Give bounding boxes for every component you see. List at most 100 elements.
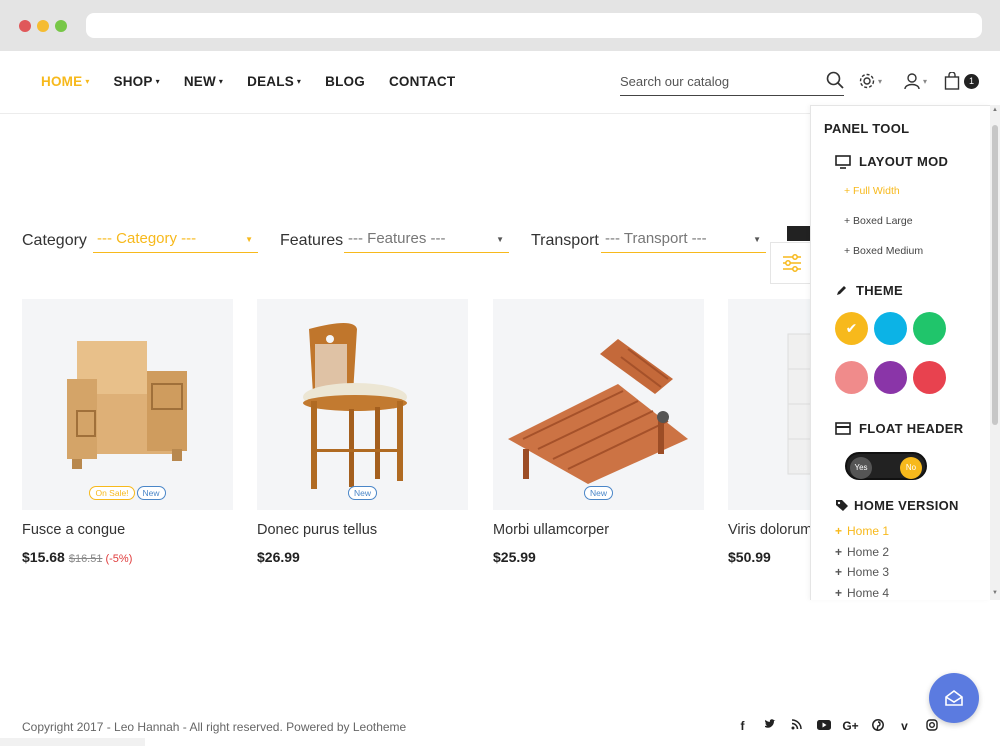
plus-icon: + bbox=[835, 565, 843, 579]
layout-full-width-option[interactable]: + Full Width bbox=[844, 185, 900, 197]
product-price-row: $25.99 bbox=[493, 549, 704, 565]
transport-select[interactable]: --- Transport --- ▼ bbox=[601, 226, 766, 253]
product-badges: New bbox=[493, 486, 704, 500]
product-price: $50.99 bbox=[728, 549, 771, 565]
theme-swatch-purple[interactable] bbox=[874, 361, 907, 394]
address-bar[interactable] bbox=[86, 13, 982, 38]
product-badges: New bbox=[257, 486, 468, 500]
product-price: $26.99 bbox=[257, 549, 300, 565]
home-version-label: Home 4 bbox=[847, 586, 890, 600]
pinterest-icon[interactable] bbox=[864, 719, 891, 734]
product-old-price: $16.51 bbox=[68, 553, 103, 565]
tags-icon bbox=[836, 500, 848, 511]
product-name[interactable]: Donec purus tellus bbox=[257, 522, 468, 538]
facebook-icon[interactable]: f bbox=[729, 719, 756, 734]
product-card[interactable]: On Sale! New Fusce a congue $15.68 $16.51(… bbox=[22, 299, 233, 565]
layout-boxed-large-option[interactable]: + Boxed Large bbox=[844, 215, 913, 227]
twitter-icon[interactable] bbox=[756, 719, 783, 734]
theme-swatch-yellow[interactable]: ✔ bbox=[835, 312, 868, 345]
theme-swatch-red[interactable] bbox=[913, 361, 946, 394]
nav-item-home[interactable]: HOME ▾ bbox=[41, 74, 90, 89]
product-price: $25.99 bbox=[493, 549, 536, 565]
layout-mod-label: LAYOUT MOD bbox=[859, 154, 949, 169]
plus-icon: + bbox=[835, 586, 843, 600]
nav-label: DEALS bbox=[247, 74, 294, 89]
search-icon[interactable] bbox=[826, 71, 844, 89]
product-name[interactable]: Morbi ullamcorper bbox=[493, 522, 704, 538]
nav-label: CONTACT bbox=[388, 74, 456, 89]
contact-fab-button[interactable] bbox=[929, 673, 979, 723]
nav-item-blog[interactable]: BLOG bbox=[325, 74, 365, 89]
features-select[interactable]: --- Features --- ▼ bbox=[344, 226, 509, 253]
product-card[interactable]: New Morbi ullamcorper $25.99 bbox=[493, 299, 704, 565]
google-plus-icon[interactable]: G+ bbox=[837, 719, 864, 734]
rss-icon[interactable] bbox=[783, 719, 810, 734]
search-box bbox=[620, 68, 844, 96]
new-badge: New bbox=[583, 486, 613, 500]
nav-item-shop[interactable]: SHOP ▾ bbox=[114, 74, 160, 89]
product-price-row: $15.68 $16.51 (-5%) bbox=[22, 549, 233, 565]
theme-swatch-blue[interactable] bbox=[874, 312, 907, 345]
scrollbar-thumb[interactable] bbox=[992, 125, 998, 425]
nav-item-contact[interactable]: CONTACT bbox=[389, 74, 455, 89]
filter-submit-button[interactable] bbox=[787, 226, 811, 241]
features-select-value: --- Features --- bbox=[348, 230, 446, 247]
product-price-row: $26.99 bbox=[257, 549, 468, 565]
layout-mod-heading: LAYOUT MOD bbox=[835, 154, 948, 169]
chevron-down-icon: ▾ bbox=[218, 77, 224, 86]
mail-open-icon bbox=[945, 690, 963, 706]
theme-heading: THEME bbox=[835, 283, 903, 298]
theme-label: THEME bbox=[856, 283, 903, 298]
scroll-up-arrow[interactable]: ▲ bbox=[992, 107, 998, 113]
panel-scrollbar[interactable]: ▲ ▼ bbox=[990, 105, 1000, 600]
chevron-down-icon: ▼ bbox=[245, 235, 253, 244]
product-badges: On Sale! New bbox=[22, 486, 233, 500]
account-menu[interactable]: ▾ bbox=[903, 71, 927, 91]
home-version-label: Home 2 bbox=[847, 545, 890, 559]
nav-item-deals[interactable]: DEALS ▾ bbox=[247, 74, 301, 89]
chevron-down-icon: ▾ bbox=[878, 76, 883, 86]
home-version-3[interactable]: + Home 3 bbox=[835, 565, 889, 579]
home-version-2[interactable]: + Home 2 bbox=[835, 545, 889, 559]
theme-swatch-green[interactable] bbox=[913, 312, 946, 345]
close-window-dot[interactable] bbox=[19, 20, 31, 32]
instagram-icon[interactable] bbox=[918, 719, 945, 734]
panel-toggle-button[interactable] bbox=[770, 242, 812, 284]
float-header-label: FLOAT HEADER bbox=[859, 421, 964, 436]
features-filter-label: Features bbox=[280, 232, 344, 249]
product-discount: (-5%) bbox=[105, 553, 133, 565]
product-image[interactable]: New bbox=[257, 299, 468, 510]
sliders-icon bbox=[782, 254, 801, 272]
home-version-1[interactable]: + Home 1 bbox=[835, 524, 889, 538]
product-card[interactable]: New Donec purus tellus $26.99 bbox=[257, 299, 468, 565]
transport-select-value: --- Transport --- bbox=[605, 230, 707, 247]
browser-chrome bbox=[0, 0, 1000, 51]
toggle-yes: Yes bbox=[850, 457, 872, 479]
home-version-label: HOME VERSION bbox=[854, 498, 959, 513]
vimeo-icon[interactable]: v bbox=[891, 719, 918, 734]
youtube-icon[interactable] bbox=[810, 719, 837, 734]
layout-boxed-medium-option[interactable]: + Boxed Medium bbox=[844, 245, 923, 257]
product-image[interactable]: On Sale! New bbox=[22, 299, 233, 510]
new-badge: New bbox=[347, 486, 377, 500]
sun-lounger-image bbox=[508, 339, 688, 484]
category-select[interactable]: --- Category --- ▼ bbox=[93, 226, 258, 253]
product-image[interactable]: New bbox=[493, 299, 704, 510]
nav-item-new[interactable]: NEW ▾ bbox=[184, 74, 223, 89]
cart-button[interactable]: 1 bbox=[944, 71, 979, 91]
transport-filter-label: Transport bbox=[531, 232, 599, 249]
product-name[interactable]: Fusce a congue bbox=[22, 522, 233, 538]
home-version-heading: HOME VERSION bbox=[835, 498, 959, 513]
maximize-window-dot[interactable] bbox=[55, 20, 67, 32]
search-input[interactable] bbox=[620, 68, 820, 94]
scroll-down-arrow[interactable]: ▼ bbox=[992, 590, 998, 596]
cart-count-badge: 1 bbox=[964, 73, 979, 89]
float-header-toggle[interactable]: Yes No bbox=[845, 452, 927, 480]
home-version-label: Home 1 bbox=[847, 524, 890, 538]
category-select-value: --- Category --- bbox=[97, 230, 197, 247]
theme-swatch-pink[interactable] bbox=[835, 361, 868, 394]
minimize-window-dot[interactable] bbox=[37, 20, 49, 32]
chair-image bbox=[303, 323, 407, 489]
settings-menu[interactable]: ▾ bbox=[858, 71, 882, 91]
home-version-4[interactable]: + Home 4 bbox=[835, 586, 889, 600]
